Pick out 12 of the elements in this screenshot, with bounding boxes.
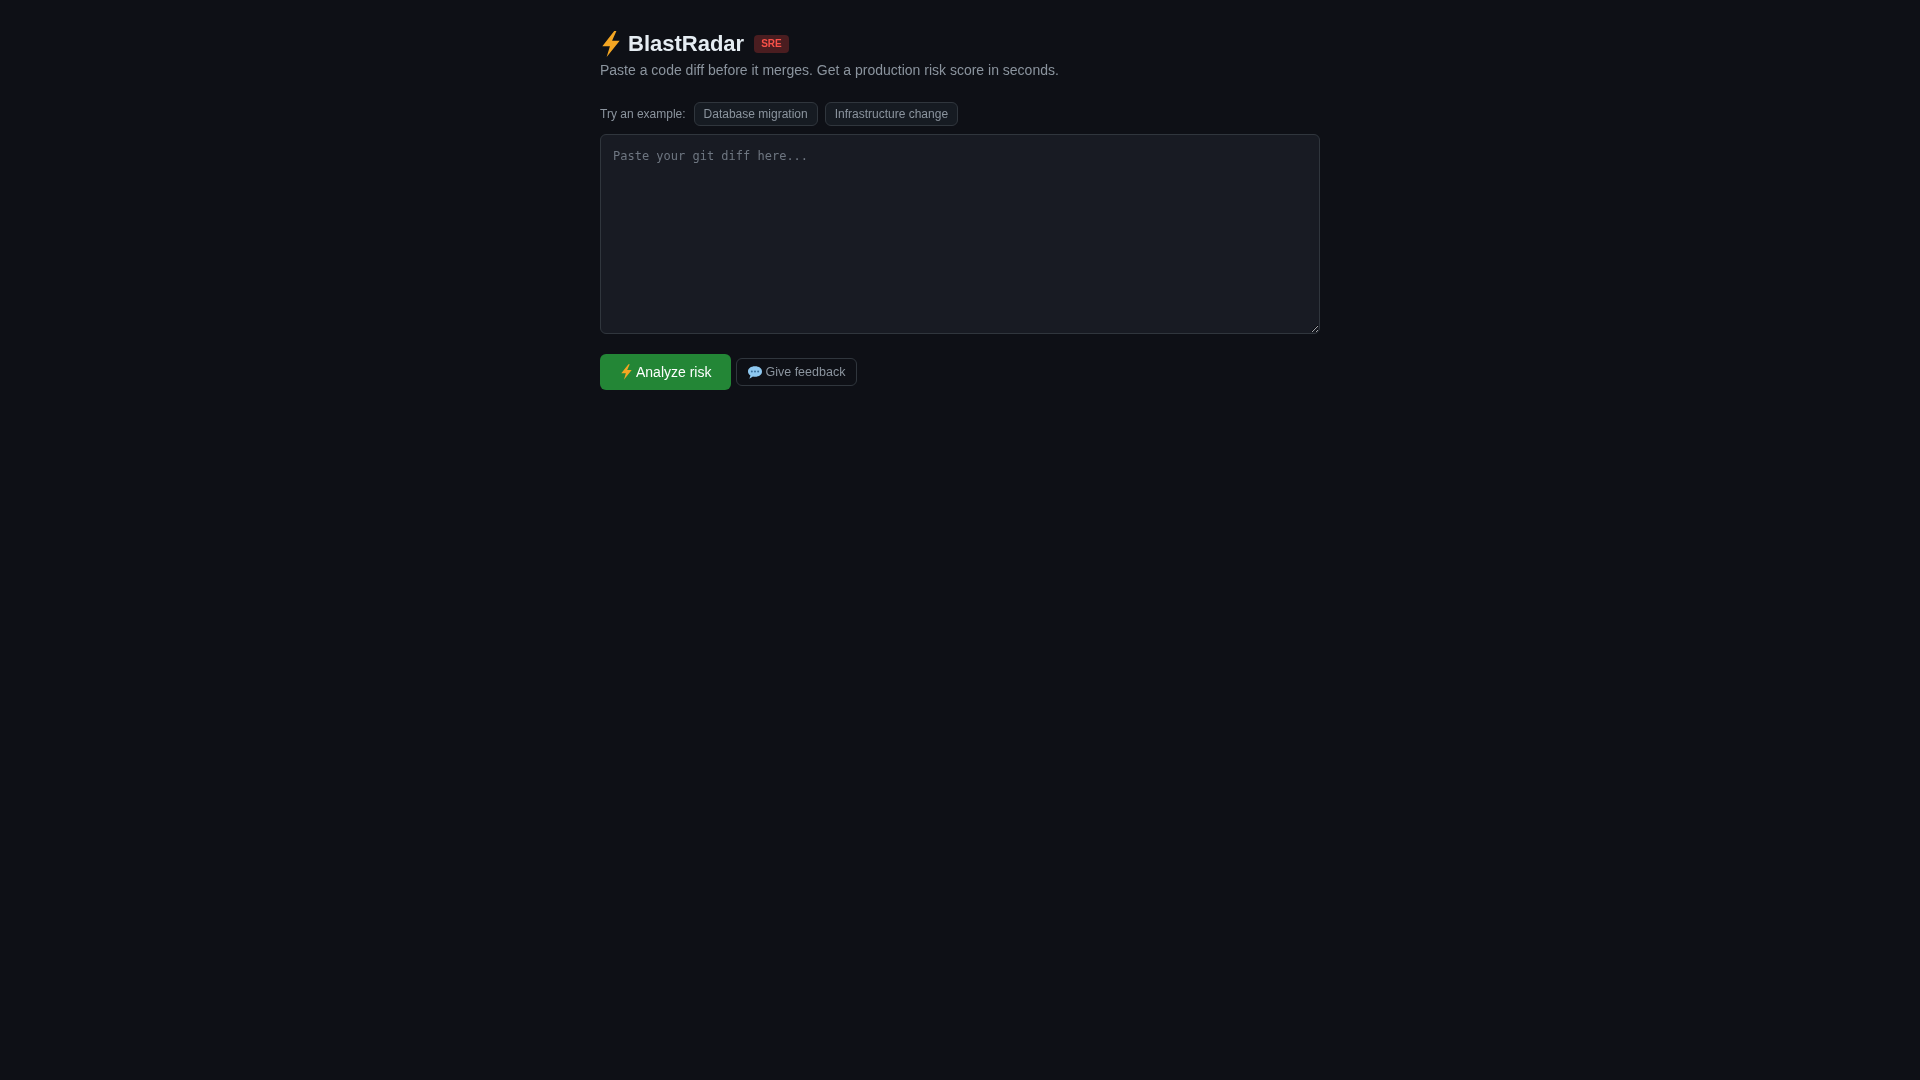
sre-badge: SRE bbox=[754, 35, 789, 53]
analyze-button[interactable]: Analyze risk bbox=[600, 354, 732, 390]
speech-bubble-icon bbox=[748, 365, 763, 379]
lightning-bolt-icon bbox=[600, 31, 622, 57]
example-chip[interactable]: Infrastructure change bbox=[824, 102, 959, 126]
app-title: BlastRadar bbox=[628, 30, 745, 58]
lightning-bolt-icon bbox=[620, 364, 633, 380]
example-chip[interactable]: Database migration bbox=[693, 102, 818, 126]
diff-input-field[interactable]: Paste your git diff here... bbox=[600, 134, 1320, 334]
subtitle: Paste a code diff before it merges. Get a production risk score in seconds. bbox=[600, 61, 1060, 80]
examples-label: Try an example: bbox=[600, 107, 686, 121]
feedback-button[interactable]: Give feedback bbox=[736, 358, 858, 386]
